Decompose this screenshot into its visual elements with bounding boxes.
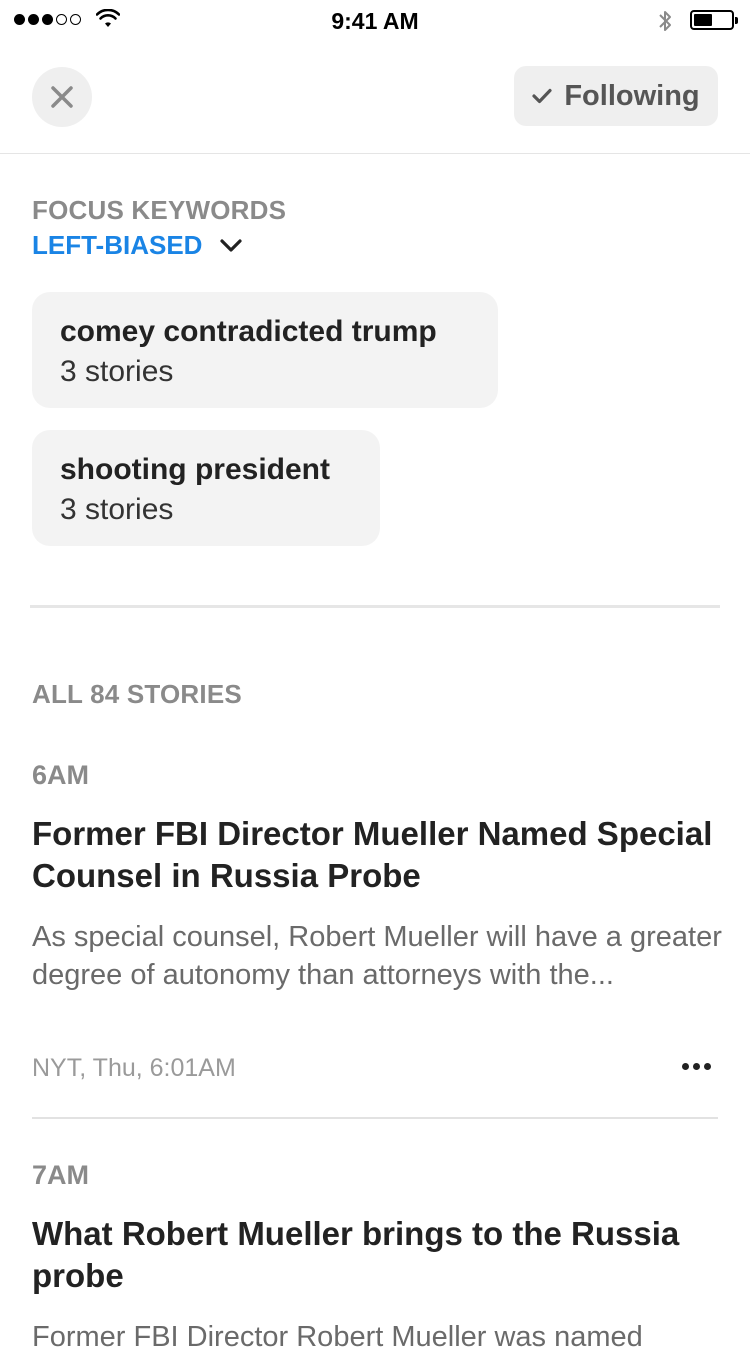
story-summary[interactable]: As special counsel, Robert Mueller will … <box>32 918 722 994</box>
battery-icon <box>690 10 738 30</box>
keyword-card[interactable]: shooting president 3 stories <box>32 430 380 546</box>
bias-selector[interactable]: LEFT-BIASED <box>32 230 243 261</box>
following-label: Following <box>564 79 700 112</box>
keyword-story-count: 3 stories <box>60 355 174 388</box>
following-button[interactable]: Following <box>514 66 718 126</box>
close-icon <box>51 86 73 108</box>
header-divider <box>0 153 750 154</box>
checkmark-icon <box>532 88 552 104</box>
bluetooth-icon <box>659 11 671 31</box>
story-headline[interactable]: Former FBI Director Mueller Named Specia… <box>32 813 722 897</box>
keyword-card[interactable]: comey contradicted trump 3 stories <box>32 292 498 408</box>
story-time-label: 6AM <box>32 760 90 790</box>
close-button[interactable] <box>32 67 92 127</box>
story-divider <box>32 1117 718 1119</box>
more-icon[interactable] <box>682 1056 722 1076</box>
story-headline[interactable]: What Robert Mueller brings to the Russia… <box>32 1213 722 1297</box>
chevron-down-icon <box>220 238 243 252</box>
story-meta: NYT, Thu, 6:01AM <box>32 1054 236 1082</box>
keyword-story-count: 3 stories <box>60 493 174 526</box>
focus-keywords-heading: FOCUS KEYWORDS <box>32 195 287 225</box>
bias-label: LEFT-BIASED <box>32 230 203 260</box>
status-time: 9:41 AM <box>331 8 419 34</box>
all-stories-heading: ALL 84 STORIES <box>32 679 242 709</box>
keyword-title: comey contradicted trump <box>60 315 437 348</box>
story-summary[interactable]: Former FBI Director Robert Mueller was n… <box>32 1318 722 1356</box>
section-divider <box>30 605 720 608</box>
keyword-title: shooting president <box>60 453 330 486</box>
status-bar: 9:41 AM <box>0 0 750 40</box>
story-time-label: 7AM <box>32 1160 90 1190</box>
